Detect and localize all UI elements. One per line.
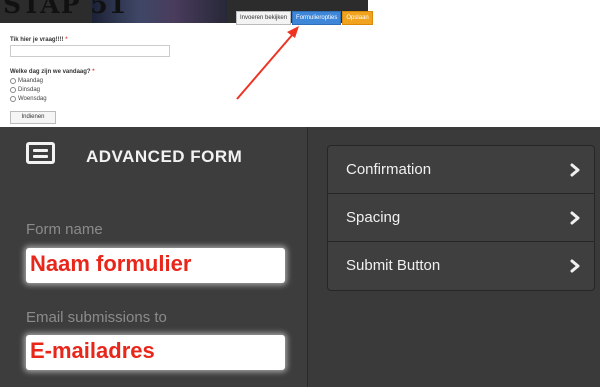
form-name-input[interactable]: Naam formulier	[26, 248, 285, 283]
chevron-right-icon	[570, 163, 580, 177]
email-submissions-label: Email submissions to	[26, 309, 167, 326]
menu-item-spacing[interactable]: Spacing	[328, 194, 594, 242]
menu-item-submit-button[interactable]: Submit Button	[328, 242, 594, 290]
options-menu: Confirmation Spacing Submit Button	[327, 145, 595, 291]
menu-item-label: Spacing	[346, 209, 401, 226]
form-icon	[26, 142, 55, 164]
annotation-arrow-icon	[236, 26, 299, 100]
chevron-right-icon	[570, 259, 580, 273]
form-name-label: Form name	[26, 221, 103, 238]
panel-title: ADVANCED FORM	[86, 147, 243, 166]
menu-item-label: Confirmation	[346, 161, 432, 178]
menu-item-label: Submit Button	[346, 257, 441, 274]
form-settings-column: ADVANCED FORM Form name Naam formulier E…	[0, 127, 307, 387]
menu-item-confirmation[interactable]: Confirmation	[328, 146, 594, 194]
chevron-right-icon	[570, 211, 580, 225]
advanced-form-panel: ADVANCED FORM Form name Naam formulier E…	[0, 127, 600, 387]
options-column: Confirmation Spacing Submit Button	[308, 127, 600, 387]
form-name-value: Naam formulier	[30, 251, 192, 276]
email-value: E-mailadres	[30, 338, 155, 363]
email-submissions-input[interactable]: E-mailadres	[26, 335, 285, 370]
